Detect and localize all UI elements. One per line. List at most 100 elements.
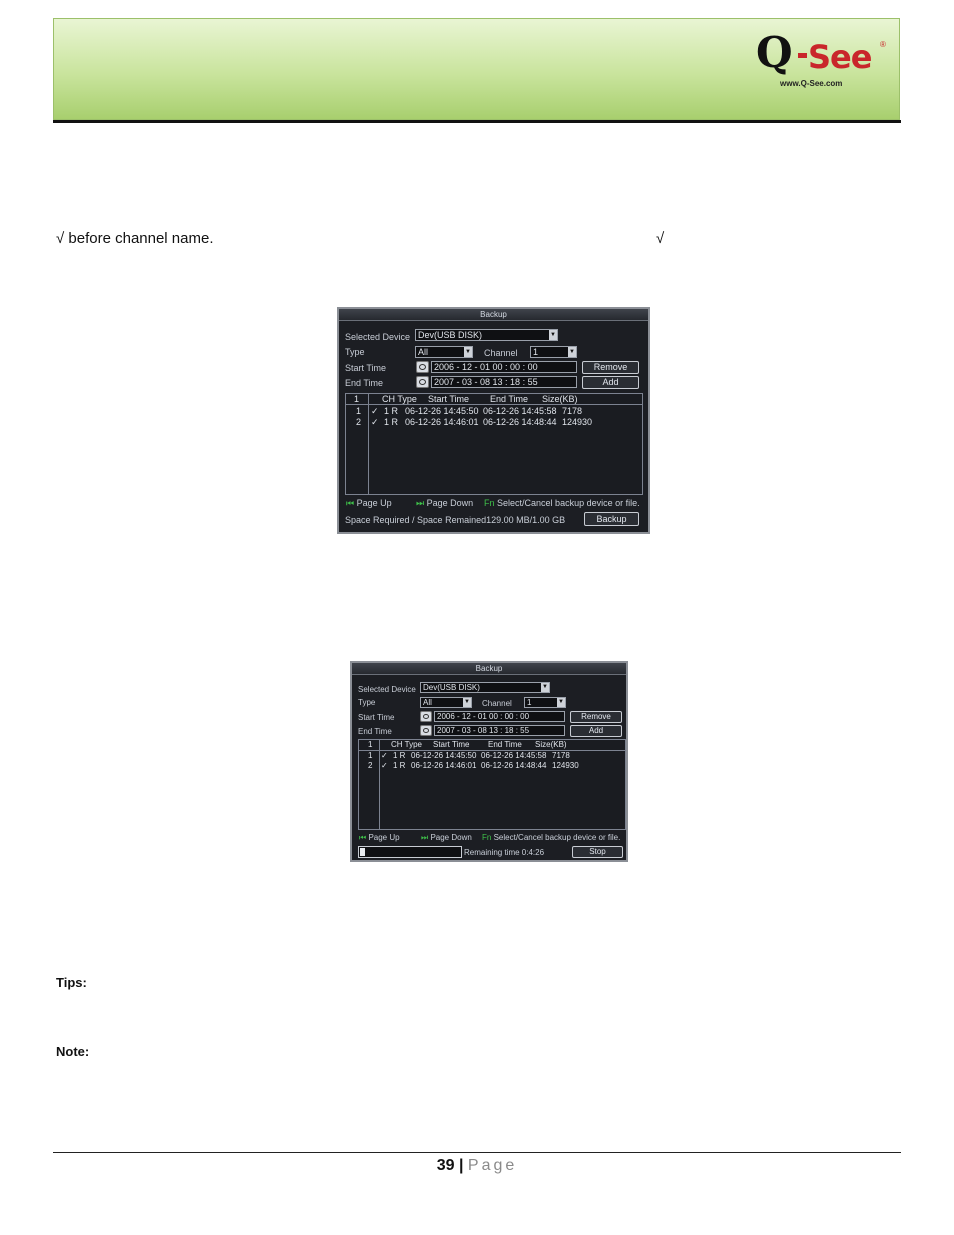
backup-progress-fill [360,848,365,856]
selected-device-label: Selected Device [358,685,416,694]
selected-device-value: Dev(USB DISK) [423,683,480,692]
remove-button[interactable]: Remove [582,361,639,374]
end-time-label: End Time [358,727,392,736]
column-header-start-time: Start Time [428,394,470,404]
column-header-end-time: End Time [490,394,529,404]
row-checkbox[interactable]: ✓ [371,417,379,428]
row-index: 1 [356,406,362,416]
page-up-label: Page Up [356,498,392,508]
add-button[interactable]: Add [570,725,622,737]
dialog-title: Backup [475,664,503,673]
row-end-time: 06-12-26 14:48:44 [483,417,557,427]
column-divider [368,394,369,494]
selected-device-value: Dev(USB DISK) [418,330,483,340]
row-ch-type: 1 R [384,417,399,427]
chevron-down-icon: ▼ [464,347,472,357]
chevron-down-icon: ▼ [541,683,549,692]
type-select[interactable]: All ▼ [415,346,473,358]
select-hint-text: Select/Cancel backup device or file. [493,833,621,842]
fn-key-icon: Fn [482,833,492,842]
channel-value: 1 [527,698,532,707]
row-end-time: 06-12-26 14:45:58 [481,751,547,760]
channel-select[interactable]: 1 ▼ [524,697,566,708]
chevron-down-icon: ▼ [568,347,576,357]
column-header-ch-type: CH Type [382,394,417,404]
row-start-time: 06-12-26 14:46:01 [405,417,479,427]
page-up-label: Page Up [368,833,400,842]
end-time-input[interactable]: 2007 - 03 - 08 13 : 18 : 55 [431,376,577,388]
end-time-input[interactable]: 2007 - 03 - 08 13 : 18 : 55 [434,725,565,736]
row-start-time: 06-12-26 14:46:01 [411,761,477,770]
column-header-size: Size(KB) [535,740,567,749]
backup-file-table: 1 CH Type Start Time End Time Size(KB) 1… [345,393,643,495]
row-start-time: 06-12-26 14:45:50 [411,751,477,760]
space-status: Space Required / Space Remained129.00 MB… [345,515,566,525]
tips-label: Tips: [56,975,87,990]
page-down-label: Page Down [430,833,472,842]
clock-icon[interactable] [420,711,432,722]
header-divider [53,120,901,123]
qsee-logo: Q See ® www.Q-See.com [752,26,892,92]
type-value: All [423,698,432,707]
row-index: 1 [368,751,373,760]
logo-dash [798,53,807,58]
page-up-control[interactable]: ⏮ Page Up [359,833,400,843]
logo-url: www.Q-See.com [780,79,843,88]
start-time-input[interactable]: 2006 - 12 - 01 00 : 00 : 00 [434,711,565,722]
dialog-title: Backup [480,310,507,319]
row-size: 7178 [552,751,570,760]
row-size: 124930 [552,761,579,770]
selected-device-select[interactable]: Dev(USB DISK) ▼ [420,682,550,693]
page-up-icon: ⏮ [359,833,367,842]
channel-select[interactable]: 1 ▼ [530,346,577,358]
start-time-input[interactable]: 2006 - 12 - 01 00 : 00 : 00 [431,361,577,373]
page-down-control[interactable]: ⏭ Page Down [421,833,472,843]
column-divider [379,740,380,829]
column-header-index: 1 [368,740,373,749]
page-down-label: Page Down [426,498,474,508]
type-select[interactable]: All ▼ [420,697,472,708]
selected-device-select[interactable]: Dev(USB DISK) ▼ [415,329,558,341]
remove-button[interactable]: Remove [570,711,622,723]
backup-file-table: 1 CH Type Start Time End Time Size(KB) 1… [358,739,626,830]
add-button[interactable]: Add [582,376,639,389]
check-mark-text: √ [656,230,665,247]
stop-button[interactable]: Stop [572,846,623,858]
channel-label: Channel [482,699,512,708]
select-hint: Fn Select/Cancel backup device or file. [484,498,640,508]
column-header-start-time: Start Time [433,740,470,749]
type-value: All [418,347,429,357]
page-down-icon: ⏭ [416,498,425,508]
channel-label: Channel [484,348,518,358]
clock-icon[interactable] [416,361,429,373]
end-time-label: End Time [345,378,384,388]
row-checkbox[interactable]: ✓ [381,751,388,760]
channel-value: 1 [533,347,539,357]
row-end-time: 06-12-26 14:48:44 [481,761,547,770]
row-ch-type: 1 R [393,751,406,760]
page-up-control[interactable]: ⏮ Page Up [346,498,392,509]
backup-dialog: Backup Selected Device Dev(USB DISK) ▼ T… [337,307,650,534]
fn-key-icon: Fn [484,498,495,508]
chevron-down-icon: ▼ [557,698,565,707]
page-footer: 39 | Page [0,1157,954,1175]
backup-button[interactable]: Backup [584,512,639,526]
note-label: Note: [56,1044,90,1059]
row-checkbox[interactable]: ✓ [381,761,388,770]
row-size: 7178 [562,406,583,416]
table-header: 1 CH Type Start Time End Time Size(KB) [346,394,642,405]
row-checkbox[interactable]: ✓ [371,406,379,417]
page-down-control[interactable]: ⏭ Page Down [416,498,473,509]
check-instruction-text: √ before channel name. [56,230,214,247]
row-end-time: 06-12-26 14:45:58 [483,406,557,416]
clock-icon[interactable] [420,725,432,736]
row-index: 2 [368,761,373,770]
type-label: Type [358,698,376,707]
table-header: 1 CH Type Start Time End Time Size(KB) [359,740,625,751]
clock-icon[interactable] [416,376,429,388]
logo-see-word: See [808,38,872,76]
backup-progress-dialog: Backup Selected Device Dev(USB DISK) ▼ T… [350,661,628,862]
backup-progress-bar [358,846,462,858]
column-header-size: Size(KB) [542,394,578,404]
chevron-down-icon: ▼ [463,698,471,707]
